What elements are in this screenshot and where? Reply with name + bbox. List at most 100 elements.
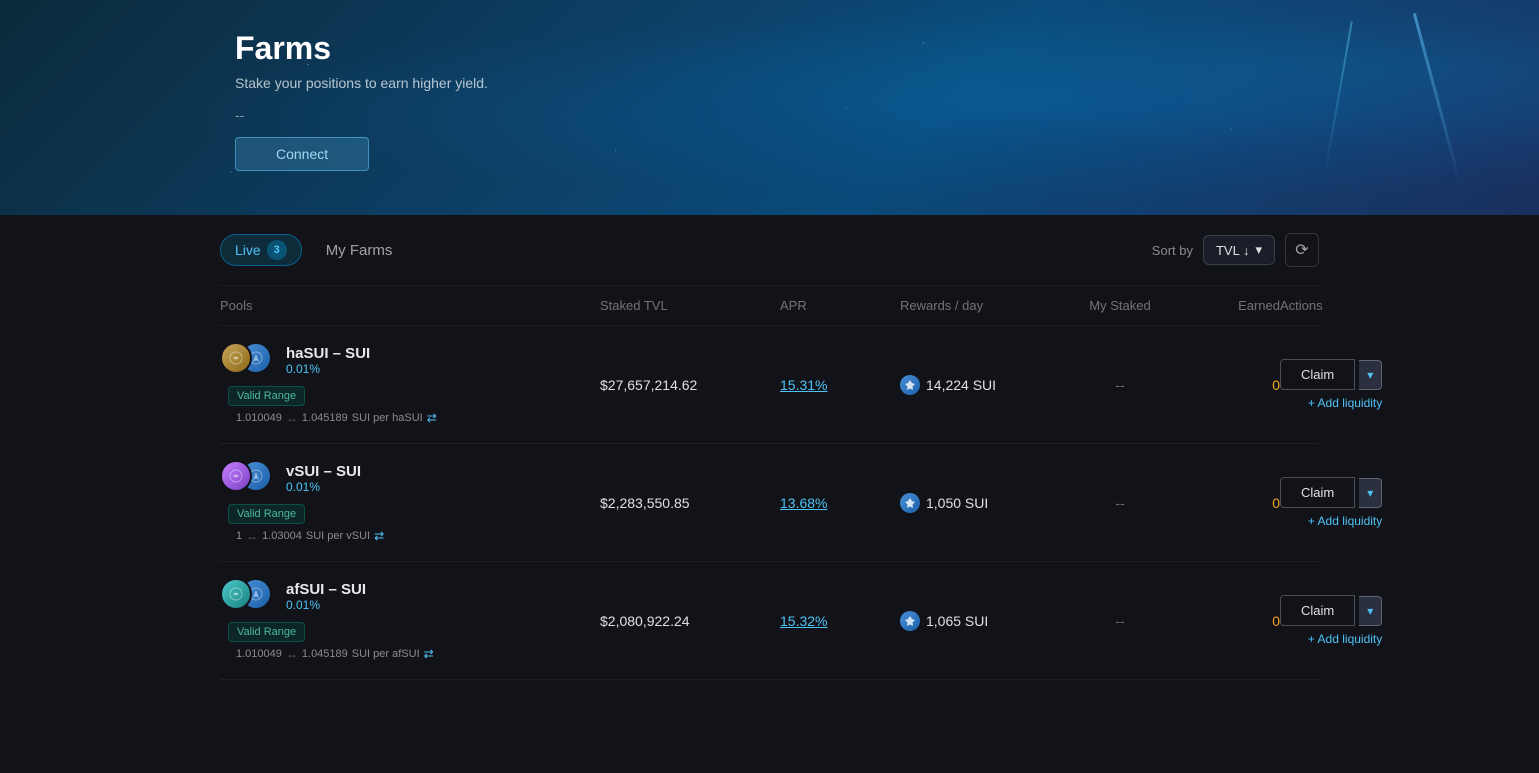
cell-my-staked-vsui-sui: -- (1060, 495, 1180, 511)
range-arrow-vsui-sui: ↔ (246, 529, 258, 543)
cell-apr-hasui-sui[interactable]: 15.31% (780, 377, 900, 393)
pool-fee-afsui-sui: 0.01% (286, 598, 366, 612)
pool-info-vsui-sui: vSUI – SUI 0.01% Valid Range 1 ↔ 1.03004… (220, 460, 600, 545)
pool-fee-vsui-sui: 0.01% (286, 480, 361, 494)
farm-row-hasui-sui: haSUI – SUI 0.01% Valid Range 1.010049 ↔… (220, 326, 1319, 444)
claim-dropdown-vsui-sui[interactable]: ▾ (1359, 478, 1382, 508)
valid-range-badge-afsui-sui: Valid Range (228, 622, 305, 642)
pool-name-block-vsui-sui: vSUI – SUI 0.01% (286, 463, 361, 494)
claim-button-afsui-sui[interactable]: Claim (1280, 595, 1355, 626)
cell-my-staked-afsui-sui: -- (1060, 613, 1180, 629)
token-icons-vsui-sui (220, 460, 276, 496)
reward-icon-afsui-sui (900, 611, 920, 631)
cell-rewards-hasui-sui: 14,224 SUI (900, 375, 1060, 395)
farm-rows-container: haSUI – SUI 0.01% Valid Range 1.010049 ↔… (220, 326, 1319, 680)
actions-cell-afsui-sui: Claim ▾ + Add liquidity (1280, 595, 1382, 646)
add-liquidity-link-vsui-sui[interactable]: + Add liquidity (1308, 514, 1382, 528)
pool-name-block-hasui-sui: haSUI – SUI 0.01% (286, 345, 370, 376)
reward-icon-vsui-sui (900, 493, 920, 513)
pool-info-afsui-sui: afSUI – SUI 0.01% Valid Range 1.010049 ↔… (220, 578, 600, 663)
token-icons-hasui-sui (220, 342, 276, 378)
token-icons-afsui-sui (220, 578, 276, 614)
sort-label: Sort by (1152, 243, 1193, 258)
swap-icon-afsui-sui[interactable]: ⇄ (424, 647, 434, 661)
claim-button-hasui-sui[interactable]: Claim (1280, 359, 1355, 390)
pool-name-block-afsui-sui: afSUI – SUI 0.01% (286, 581, 366, 612)
claim-dropdown-hasui-sui[interactable]: ▾ (1359, 360, 1382, 390)
pool-info-hasui-sui: haSUI – SUI 0.01% Valid Range 1.010049 ↔… (220, 342, 600, 427)
range-arrow-afsui-sui: ↔ (286, 647, 298, 661)
refresh-icon: ⟳ (1295, 240, 1308, 260)
th-apr: APR (780, 298, 900, 313)
range-max-hasui-sui: 1.045189 (302, 412, 348, 424)
th-my-staked: My Staked (1060, 298, 1180, 313)
claim-row-vsui-sui: Claim ▾ (1280, 477, 1382, 508)
claim-row-afsui-sui: Claim ▾ (1280, 595, 1382, 626)
cell-earned-afsui-sui: 0 (1180, 613, 1280, 629)
range-arrow-hasui-sui: ↔ (286, 411, 298, 425)
cell-apr-afsui-sui[interactable]: 15.32% (780, 613, 900, 629)
pool-fee-hasui-sui: 0.01% (286, 362, 370, 376)
pool-identity-vsui-sui: vSUI – SUI 0.01% (220, 460, 600, 496)
tab-live-label: Live (235, 242, 261, 258)
th-staked-tvl: Staked TVL (600, 298, 780, 313)
range-values-vsui-sui: 1 ↔ 1.03004 SUI per vSUI ⇄ (228, 527, 600, 545)
th-pools: Pools (220, 298, 600, 313)
cell-my-staked-hasui-sui: -- (1060, 377, 1180, 393)
cell-tvl-hasui-sui: $27,657,214.62 (600, 377, 780, 393)
range-min-hasui-sui: 1.010049 (236, 412, 282, 424)
cell-apr-vsui-sui[interactable]: 13.68% (780, 495, 900, 511)
cell-rewards-afsui-sui: 1,065 SUI (900, 611, 1060, 631)
farm-row-main-hasui-sui: haSUI – SUI 0.01% Valid Range 1.010049 ↔… (220, 342, 1319, 427)
pool-name-vsui-sui: vSUI – SUI (286, 463, 361, 480)
range-values-afsui-sui: 1.010049 ↔ 1.045189 SUI per afSUI ⇄ (228, 645, 600, 663)
table-header: Pools Staked TVL APR Rewards / day My St… (220, 286, 1319, 326)
cell-rewards-vsui-sui: 1,050 SUI (900, 493, 1060, 513)
cell-earned-hasui-sui: 0 (1180, 377, 1280, 393)
chevron-down-icon: ▾ (1255, 242, 1262, 258)
cell-tvl-afsui-sui: $2,080,922.24 (600, 613, 780, 629)
pool-name-hasui-sui: haSUI – SUI (286, 345, 370, 362)
add-liquidity-link-afsui-sui[interactable]: + Add liquidity (1308, 632, 1382, 646)
range-max-afsui-sui: 1.045189 (302, 648, 348, 660)
hero-subtitle: Stake your positions to earn higher yiel… (235, 75, 1539, 91)
claim-row-hasui-sui: Claim ▾ (1280, 359, 1382, 390)
cell-earned-vsui-sui: 0 (1180, 495, 1280, 511)
th-actions: Actions (1280, 298, 1323, 313)
range-min-afsui-sui: 1.010049 (236, 648, 282, 660)
tab-live[interactable]: Live 3 (220, 234, 302, 266)
valid-range-badge-hasui-sui: Valid Range (228, 386, 305, 406)
range-min-vsui-sui: 1 (236, 530, 242, 542)
range-values-hasui-sui: 1.010049 ↔ 1.045189 SUI per haSUI ⇄ (228, 409, 600, 427)
actions-cell-vsui-sui: Claim ▾ + Add liquidity (1280, 477, 1382, 528)
connect-button[interactable]: Connect (235, 137, 369, 171)
main-content: Live 3 My Farms Sort by TVL ↓ ▾ ⟳ Pools … (0, 215, 1539, 773)
range-unit-afsui-sui: SUI per afSUI (352, 648, 420, 660)
tab-my-farms[interactable]: My Farms (326, 237, 393, 264)
reward-value-vsui-sui: 1,050 SUI (926, 495, 988, 511)
hero-content: Farms Stake your positions to earn highe… (0, 0, 1539, 171)
hero-dash: -- (235, 107, 1539, 123)
cell-tvl-vsui-sui: $2,283,550.85 (600, 495, 780, 511)
th-earned: Earned (1180, 298, 1280, 313)
farm-row-main-afsui-sui: afSUI – SUI 0.01% Valid Range 1.010049 ↔… (220, 578, 1319, 663)
token-icon-1-vsui-sui (220, 460, 252, 492)
claim-button-vsui-sui[interactable]: Claim (1280, 477, 1355, 508)
swap-icon-hasui-sui[interactable]: ⇄ (427, 411, 437, 425)
pool-identity-hasui-sui: haSUI – SUI 0.01% (220, 342, 600, 378)
add-liquidity-link-hasui-sui[interactable]: + Add liquidity (1308, 396, 1382, 410)
sort-select[interactable]: TVL ↓ ▾ (1203, 235, 1275, 265)
page-title: Farms (235, 30, 1539, 67)
range-max-vsui-sui: 1.03004 (262, 530, 302, 542)
refresh-button[interactable]: ⟳ (1285, 233, 1319, 267)
valid-range-badge-vsui-sui: Valid Range (228, 504, 305, 524)
claim-dropdown-afsui-sui[interactable]: ▾ (1359, 596, 1382, 626)
hero-section: Farms Stake your positions to earn highe… (0, 0, 1539, 215)
tab-live-badge: 3 (267, 240, 287, 260)
reward-value-hasui-sui: 14,224 SUI (926, 377, 996, 393)
swap-icon-vsui-sui[interactable]: ⇄ (374, 529, 384, 543)
pool-name-afsui-sui: afSUI – SUI (286, 581, 366, 598)
sort-section: Sort by TVL ↓ ▾ ⟳ (1152, 233, 1319, 267)
reward-value-afsui-sui: 1,065 SUI (926, 613, 988, 629)
th-rewards-day: Rewards / day (900, 298, 1060, 313)
